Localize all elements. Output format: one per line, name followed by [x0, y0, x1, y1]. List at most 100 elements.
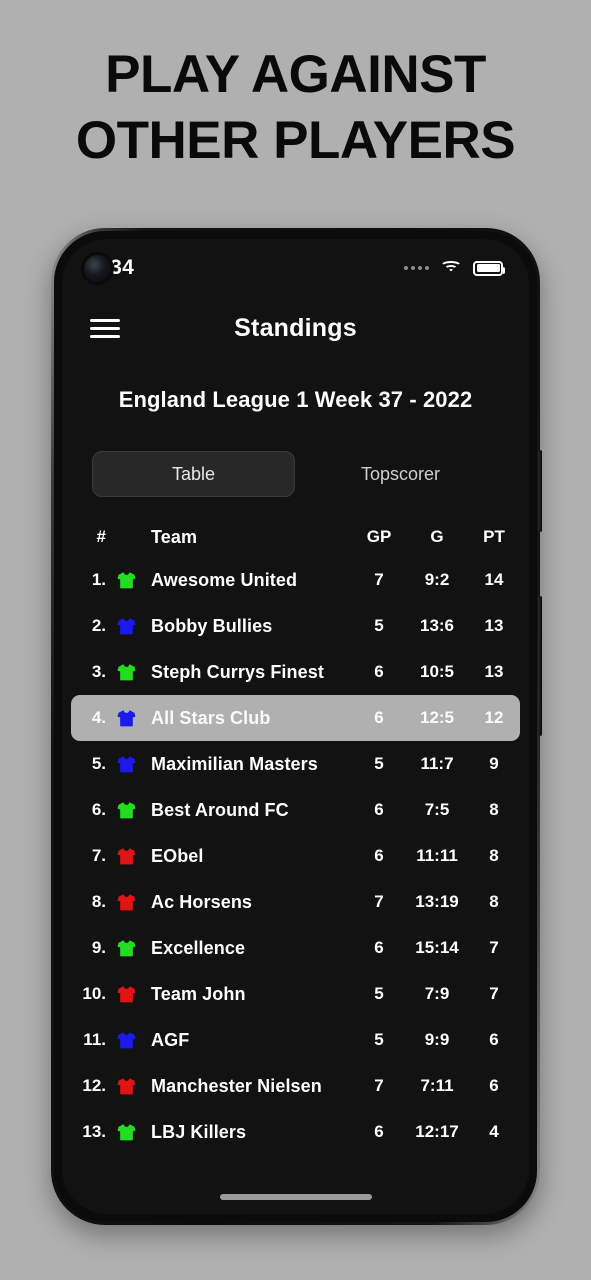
- row-team-name: Manchester Nielsen: [151, 1075, 322, 1096]
- row-team-name: LBJ Killers: [151, 1121, 247, 1142]
- row-games-played: 7: [374, 1076, 384, 1095]
- row-team-name: Maximilian Masters: [151, 753, 318, 774]
- row-rank: 6.: [91, 800, 106, 819]
- table-row[interactable]: 11. AGF 5 9:9 6: [71, 1017, 520, 1063]
- row-goals: 13:6: [419, 616, 455, 635]
- table-header-row: # Team GP G PT: [71, 517, 520, 557]
- table-row[interactable]: 2. Bobby Bullies 5 13:6 13: [71, 603, 520, 649]
- header-pt: PT: [483, 527, 505, 546]
- row-rank: 3.: [91, 662, 106, 681]
- row-games-played: 6: [374, 846, 384, 865]
- row-team-name: Steph Currys Finest: [151, 661, 324, 682]
- header-team: Team: [151, 526, 198, 547]
- standings-rows[interactable]: 1. Awesome United 7 9:2 14 2. Bobby Bullies 5 13…: [62, 557, 529, 1157]
- jersey-icon: [111, 617, 141, 635]
- jersey-icon: [111, 1077, 141, 1095]
- row-rank: 10.: [82, 984, 106, 1003]
- jersey-icon: [111, 1031, 141, 1049]
- row-team-name: Ac Horsens: [151, 891, 253, 912]
- row-games-played: 5: [374, 754, 384, 773]
- row-points: 12: [484, 708, 504, 727]
- row-points: 7: [489, 938, 499, 957]
- tab-table[interactable]: Table: [92, 451, 295, 497]
- row-team-name: Awesome United: [151, 569, 298, 590]
- standings-table: # Team GP G PT: [62, 517, 529, 557]
- row-goals: 7:5: [424, 800, 450, 819]
- row-games-played: 6: [374, 938, 384, 957]
- headline-line-2: OTHER PLAYERS: [75, 111, 516, 170]
- row-rank: 9.: [91, 938, 106, 957]
- row-points: 4: [489, 1122, 499, 1141]
- table-row[interactable]: 1. Awesome United 7 9:2 14: [71, 557, 520, 603]
- jersey-icon: [111, 985, 141, 1003]
- jersey-icon: [111, 709, 141, 727]
- table-row[interactable]: 13. LBJ Killers 6 12:17 4: [71, 1109, 520, 1155]
- row-points: 6: [489, 1076, 499, 1095]
- row-games-played: 7: [374, 892, 384, 911]
- row-rank: 12.: [82, 1076, 106, 1095]
- status-bar: 0.34: [62, 239, 529, 297]
- row-team-name: AGF: [151, 1029, 190, 1050]
- row-games-played: 6: [374, 662, 384, 681]
- row-rank: 5.: [91, 754, 106, 773]
- hamburger-menu-icon[interactable]: [90, 318, 120, 338]
- row-points: 9: [489, 754, 499, 773]
- row-points: 13: [484, 616, 504, 635]
- power-button[interactable]: [538, 596, 542, 736]
- row-team-name: Excellence: [151, 937, 246, 958]
- row-team-name: Best Around FC: [151, 799, 289, 820]
- row-games-played: 7: [374, 570, 384, 589]
- volume-button[interactable]: [538, 450, 542, 532]
- row-goals: 12:17: [415, 1122, 459, 1141]
- app-header: Standings: [62, 297, 529, 359]
- row-games-played: 6: [374, 708, 384, 727]
- battery-full-icon: [473, 260, 505, 276]
- row-points: 14: [484, 570, 504, 589]
- home-indicator-bar[interactable]: [219, 1194, 372, 1200]
- league-title: England League 1 Week 37 - 2022: [118, 387, 473, 412]
- jersey-icon: [111, 801, 141, 819]
- tab-bar: Table Topscorer: [92, 451, 502, 497]
- row-team-name: Team John: [151, 983, 246, 1004]
- headline-line-1: PLAY AGAINST: [105, 45, 486, 104]
- jersey-icon: [111, 663, 141, 681]
- page-title: Standings: [234, 313, 357, 342]
- row-points: 8: [489, 892, 499, 911]
- table-row[interactable]: 7. EObel 6 11:11 8: [71, 833, 520, 879]
- header-g: G: [430, 527, 444, 546]
- row-team-name: All Stars Club: [151, 707, 271, 728]
- row-points: 6: [489, 1030, 499, 1049]
- row-rank: 4.: [91, 708, 106, 727]
- table-row[interactable]: 9. Excellence 6 15:14 7: [71, 925, 520, 971]
- jersey-icon: [111, 893, 141, 911]
- row-rank: 8.: [91, 892, 106, 911]
- row-goals: 15:14: [415, 938, 459, 957]
- promo-headline: PLAY AGAINST OTHER PLAYERS: [0, 42, 591, 174]
- tab-topscorer[interactable]: Topscorer: [299, 451, 502, 497]
- row-goals: 11:11: [416, 846, 458, 865]
- status-bar-icons: [404, 260, 505, 276]
- table-row[interactable]: 5. Maximilian Masters 5 11:7 9: [71, 741, 520, 787]
- table-row[interactable]: 6. Best Around FC 6 7:5 8: [71, 787, 520, 833]
- table-row[interactable]: 4. All Stars Club 6 12:5 12: [71, 695, 520, 741]
- table-row[interactable]: 14.Cheese Team711:204: [71, 1155, 520, 1157]
- row-rank: 1.: [91, 570, 106, 589]
- table-row[interactable]: 10. Team John 5 7:9 7: [71, 971, 520, 1017]
- jersey-icon: [111, 939, 141, 957]
- row-goals: 9:9: [424, 1030, 450, 1049]
- row-games-played: 6: [374, 800, 384, 819]
- row-goals: 13:19: [415, 892, 459, 911]
- jersey-icon: [111, 571, 141, 589]
- row-team-name: EObel: [151, 845, 204, 866]
- front-camera-icon: [84, 255, 111, 282]
- row-rank: 2.: [91, 616, 106, 635]
- row-rank: 7.: [91, 846, 106, 865]
- row-points: 8: [489, 800, 499, 819]
- table-row[interactable]: 8. Ac Horsens 7 13:19 8: [71, 879, 520, 925]
- row-games-played: 6: [374, 1122, 384, 1141]
- row-goals: 12:5: [419, 708, 455, 727]
- row-points: 7: [489, 984, 499, 1003]
- table-row[interactable]: 3. Steph Currys Finest 6 10:5 13: [71, 649, 520, 695]
- table-row[interactable]: 12. Manchester Nielsen 7 7:11 6: [71, 1063, 520, 1109]
- row-points: 13: [484, 662, 504, 681]
